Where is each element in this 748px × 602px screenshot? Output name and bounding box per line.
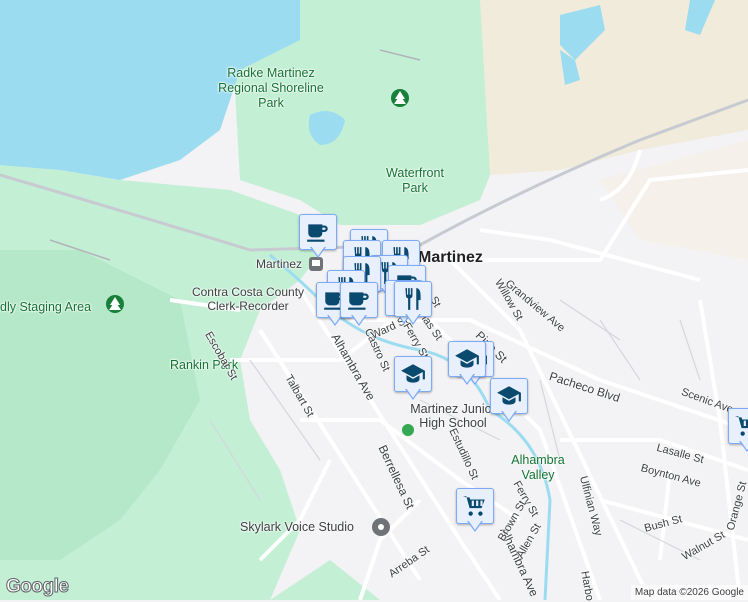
school-marker[interactable] <box>448 341 486 387</box>
restaurant-icon <box>399 286 427 312</box>
grocery-marker[interactable] <box>456 488 494 534</box>
restaurant-marker[interactable] <box>394 281 432 327</box>
shopping-cart-icon <box>733 413 748 439</box>
radke-park-text: Radke Martinez Regional Shoreline Park <box>218 66 324 110</box>
coffee-marker[interactable] <box>299 214 337 260</box>
martinez-station-label[interactable]: Martinez <box>256 257 302 271</box>
coffee-marker[interactable] <box>340 282 378 328</box>
martinez-city-label: Martinez <box>418 249 483 266</box>
school-icon <box>399 361 427 387</box>
grocery-marker[interactable] <box>728 408 748 454</box>
shopping-cart-icon <box>461 493 489 519</box>
map-attribution[interactable]: Map data ©2026 Google <box>630 585 748 600</box>
school-icon <box>453 346 481 372</box>
alhambra-valley-label: Alhambra Valley <box>511 453 565 482</box>
school-icon <box>495 383 523 409</box>
school-marker[interactable] <box>490 378 528 424</box>
coffee-icon <box>345 287 373 313</box>
skylark-label[interactable]: Skylark Voice Studio <box>240 520 354 534</box>
staging-area-label[interactable]: dly Staging Area <box>0 300 91 315</box>
coffee-icon <box>304 219 332 245</box>
radke-park-label[interactable]: Radke Martinez Regional Shoreline Park <box>216 66 326 111</box>
google-logo[interactable]: Google <box>5 576 69 598</box>
waterfront-park-label[interactable]: Waterfront Park <box>380 166 450 196</box>
school-marker[interactable] <box>394 356 432 402</box>
clerk-recorder-label[interactable]: Contra Costa County Clerk-Recorder <box>183 285 313 313</box>
